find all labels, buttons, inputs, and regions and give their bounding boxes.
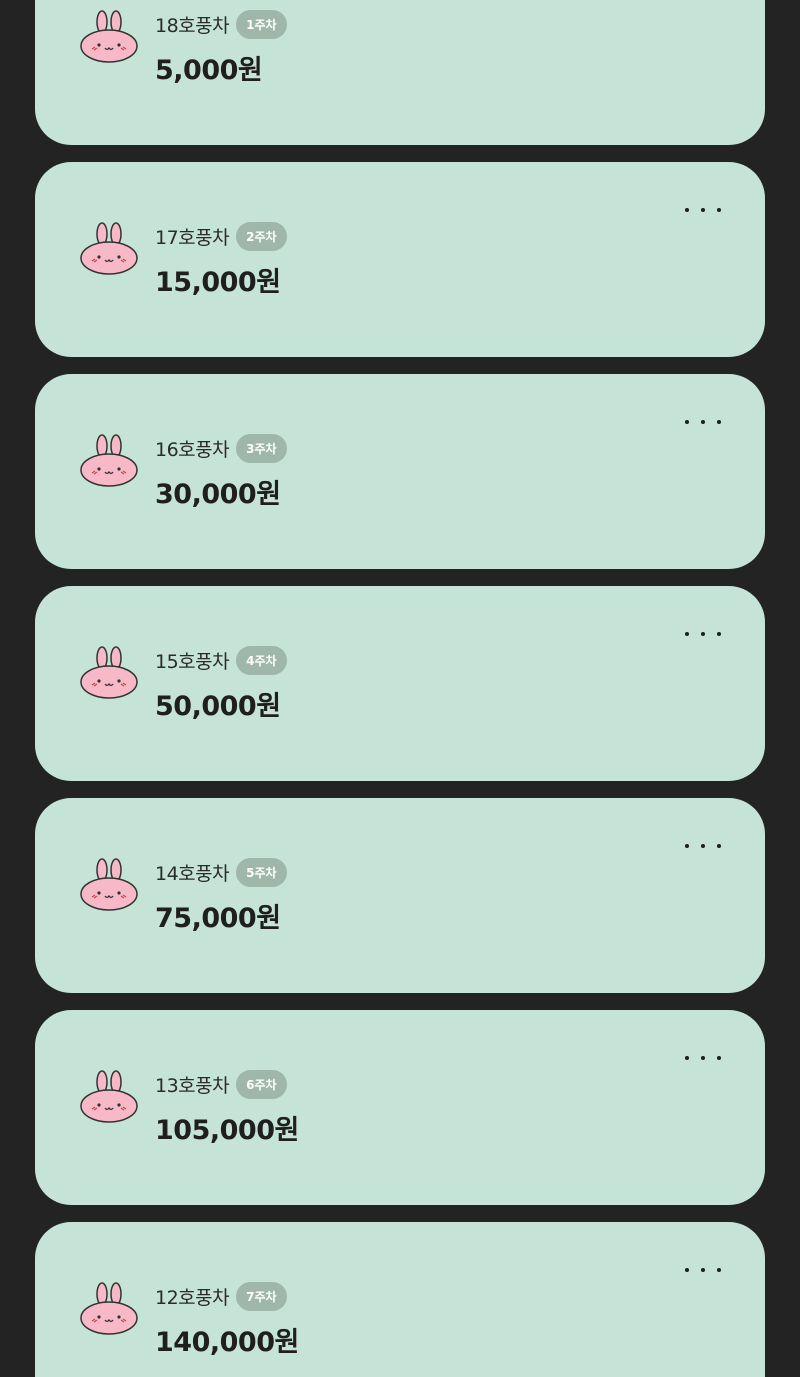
bunny-avatar-icon <box>79 640 141 702</box>
list-item[interactable]: 17호풍차 2주차 15,000원 <box>35 162 765 357</box>
item-amount: 15,000원 <box>155 267 281 298</box>
item-info: 18호풍차 1주차 5,000원 <box>155 8 287 87</box>
item-name: 17호풍차 <box>155 226 230 249</box>
bunny-avatar-icon <box>79 852 141 914</box>
list-item[interactable]: 15호풍차 4주차 50,000원 <box>35 586 765 781</box>
week-badge: 7주차 <box>236 1281 287 1311</box>
item-info: 16호풍차 3주차 30,000원 <box>155 432 287 511</box>
week-badge: 2주차 <box>236 221 287 251</box>
item-name: 16호풍차 <box>155 438 230 461</box>
item-amount: 5,000원 <box>155 55 263 86</box>
more-options-icon[interactable] <box>685 200 721 220</box>
item-info: 12호풍차 7주차 140,000원 <box>155 1280 299 1359</box>
name-row: 17호풍차 2주차 <box>155 220 287 252</box>
week-badge: 6주차 <box>236 1069 287 1099</box>
name-row: 16호풍차 3주차 <box>155 432 287 464</box>
name-row: 18호풍차 1주차 <box>155 8 287 40</box>
more-options-icon[interactable] <box>685 0 721 8</box>
item-amount: 140,000원 <box>155 1327 299 1358</box>
item-name: 14호풍차 <box>155 862 230 885</box>
savings-list: 18호풍차 1주차 5,000원 17호풍차 2주차 15,000원 16호풍차… <box>0 0 800 1377</box>
more-options-icon[interactable] <box>685 1260 721 1280</box>
more-options-icon[interactable] <box>685 836 721 856</box>
more-options-icon[interactable] <box>685 412 721 432</box>
week-badge: 3주차 <box>236 433 287 463</box>
item-name: 15호풍차 <box>155 650 230 673</box>
item-amount: 30,000원 <box>155 479 281 510</box>
item-name: 12호풍차 <box>155 1286 230 1309</box>
list-item[interactable]: 12호풍차 7주차 140,000원 <box>35 1222 765 1377</box>
item-name: 13호풍차 <box>155 1074 230 1097</box>
week-badge: 4주차 <box>236 645 287 675</box>
more-options-icon[interactable] <box>685 624 721 644</box>
name-row: 13호풍차 6주차 <box>155 1068 299 1100</box>
bunny-avatar-icon <box>79 1064 141 1126</box>
item-info: 13호풍차 6주차 105,000원 <box>155 1068 299 1147</box>
item-info: 14호풍차 5주차 75,000원 <box>155 856 287 935</box>
item-amount: 75,000원 <box>155 903 281 934</box>
bunny-avatar-icon <box>79 1276 141 1338</box>
bunny-avatar-icon <box>79 4 141 66</box>
list-item[interactable]: 18호풍차 1주차 5,000원 <box>35 0 765 145</box>
week-badge: 1주차 <box>236 9 287 39</box>
bunny-avatar-icon <box>79 428 141 490</box>
item-info: 17호풍차 2주차 15,000원 <box>155 220 287 299</box>
item-info: 15호풍차 4주차 50,000원 <box>155 644 287 723</box>
name-row: 14호풍차 5주차 <box>155 856 287 888</box>
item-amount: 50,000원 <box>155 691 281 722</box>
week-badge: 5주차 <box>236 857 287 887</box>
more-options-icon[interactable] <box>685 1048 721 1068</box>
name-row: 12호풍차 7주차 <box>155 1280 299 1312</box>
list-item[interactable]: 16호풍차 3주차 30,000원 <box>35 374 765 569</box>
item-name: 18호풍차 <box>155 14 230 37</box>
name-row: 15호풍차 4주차 <box>155 644 287 676</box>
item-amount: 105,000원 <box>155 1115 299 1146</box>
list-item[interactable]: 14호풍차 5주차 75,000원 <box>35 798 765 993</box>
list-item[interactable]: 13호풍차 6주차 105,000원 <box>35 1010 765 1205</box>
bunny-avatar-icon <box>79 216 141 278</box>
